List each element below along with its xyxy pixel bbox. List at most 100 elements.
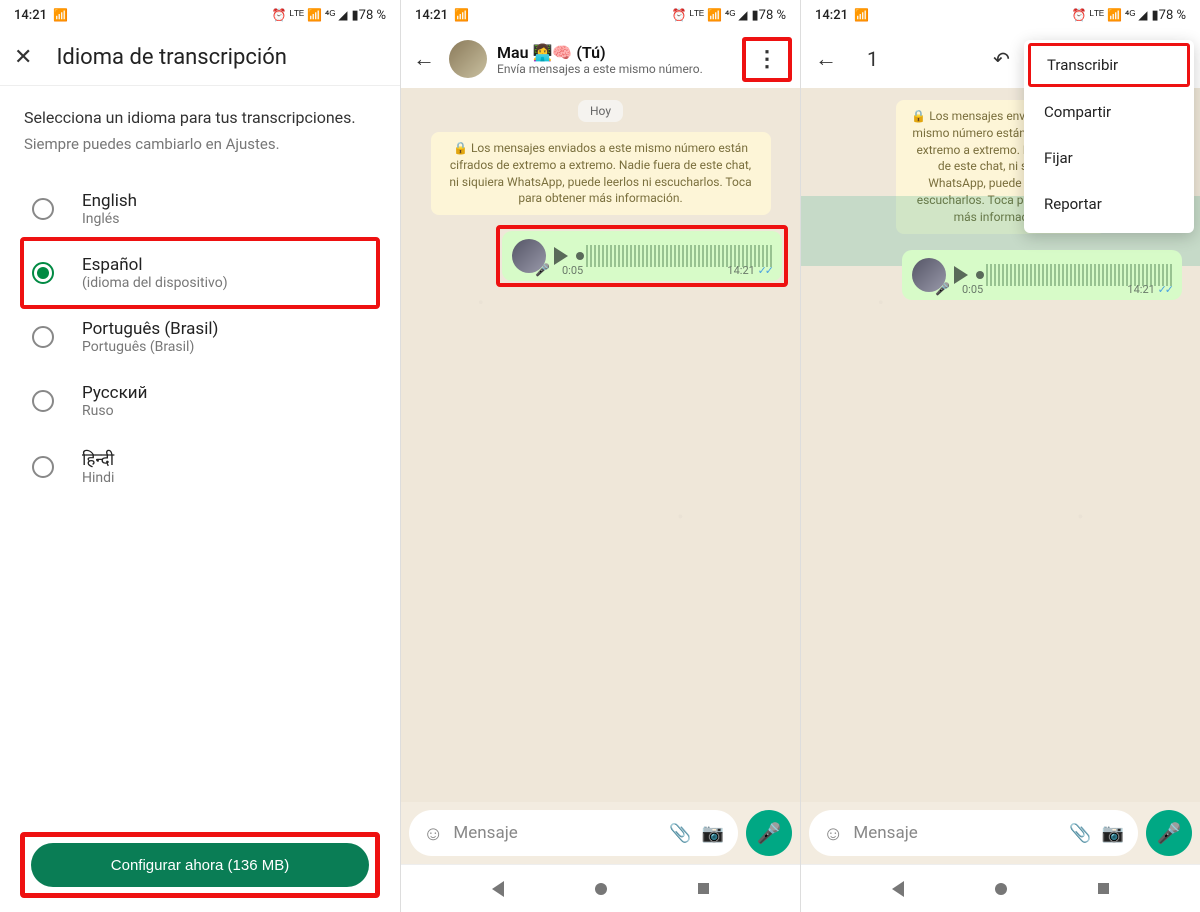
read-ticks-icon: ✓✓ xyxy=(1158,283,1172,296)
phone-1-language-selection: 14:21 📶 ⏰ ᴸᵀᴱ 📶 ⁴ᴳ ◢ ▮78 % ✕ Idioma de t… xyxy=(0,0,400,912)
status-sim-icon: 📶 xyxy=(53,8,68,22)
mic-button[interactable]: 🎤 xyxy=(746,810,792,856)
voice-meta: 0:05 14:21 ✓✓ xyxy=(962,283,1172,296)
context-menu: Transcribir Compartir Fijar Reportar xyxy=(1024,40,1194,233)
play-icon[interactable] xyxy=(954,266,968,284)
menu-item-transcribir[interactable]: Transcribir xyxy=(1028,43,1190,87)
voice-duration: 0:05 xyxy=(562,264,583,277)
message-placeholder: Mensaje xyxy=(853,823,1059,843)
back-arrow-icon[interactable]: ← xyxy=(811,42,841,76)
lang-name: हिन्दी xyxy=(82,447,114,470)
lang-name: Português (Brasil) xyxy=(82,319,218,339)
configure-now-button[interactable]: Configurar ahora (136 MB) xyxy=(31,843,369,887)
content: Selecciona un idioma para tus transcripc… xyxy=(0,86,400,832)
radio-icon xyxy=(32,326,54,348)
status-icons: ⏰ ᴸᵀᴱ 📶 ⁴ᴳ ◢ xyxy=(1072,8,1148,22)
attach-icon[interactable]: 📎 xyxy=(669,823,691,844)
lang-name: English xyxy=(82,191,137,211)
voice-meta: 0:05 14:21 ✓✓ xyxy=(562,264,772,277)
instruction-primary: Selecciona un idioma para tus transcripc… xyxy=(24,108,376,127)
lang-sub: Hindi xyxy=(82,470,114,486)
radio-icon xyxy=(32,198,54,220)
phone-3-selected-msg: 14:21 📶 ⏰ ᴸᵀᴱ 📶 ⁴ᴳ ◢ ▮78 % ← 1 ↶ ☆ ⓘ 🗑 ↪… xyxy=(800,0,1200,912)
lang-option-russian[interactable]: Русский Ruso xyxy=(24,369,376,433)
nav-back-icon[interactable] xyxy=(892,881,904,897)
voice-avatar xyxy=(912,258,946,292)
voice-time: 14:21 xyxy=(1127,283,1154,296)
status-battery: ▮78 % xyxy=(751,8,786,23)
nav-recent-icon[interactable] xyxy=(1098,883,1109,894)
close-icon[interactable]: ✕ xyxy=(14,45,32,70)
status-icons: ⏰ ᴸᵀᴱ 📶 ⁴ᴳ ◢ xyxy=(672,8,748,22)
lang-option-espanol[interactable]: Español (idioma del dispositivo) xyxy=(24,241,376,305)
nav-back-icon[interactable] xyxy=(492,881,504,897)
reply-icon[interactable]: ↶ xyxy=(993,47,1010,71)
lang-name: Español xyxy=(82,255,228,275)
status-icons: ⏰ ᴸᵀᴱ 📶 ⁴ᴳ ◢ xyxy=(272,8,348,22)
radio-icon-selected xyxy=(32,262,54,284)
progress-dot-icon xyxy=(976,271,984,279)
back-arrow-icon[interactable]: ← xyxy=(409,42,439,76)
lang-option-hindi[interactable]: हिन्दी Hindi xyxy=(24,433,376,500)
status-time: 14:21 xyxy=(14,8,47,23)
attach-icon[interactable]: 📎 xyxy=(1069,823,1091,844)
lang-sub: (idioma del dispositivo) xyxy=(82,275,228,291)
status-right: ⏰ ᴸᵀᴱ 📶 ⁴ᴳ ◢ ▮78 % xyxy=(272,8,386,23)
phone-2-chat: 14:21 📶 ⏰ ᴸᵀᴱ 📶 ⁴ᴳ ◢ ▮78 % ← Mau 👩‍💻🧠 (T… xyxy=(400,0,800,912)
voice-message-bubble[interactable]: 0:05 14:21 ✓✓ xyxy=(902,250,1182,300)
status-bar: 14:21 📶 ⏰ ᴸᵀᴱ 📶 ⁴ᴳ ◢ ▮78 % xyxy=(401,0,800,30)
camera-icon[interactable]: 📷 xyxy=(702,823,724,844)
voice-wrapper: 0:05 14:21 ✓✓ xyxy=(896,244,1188,306)
android-nav-bar xyxy=(401,864,800,912)
message-input[interactable]: ☺ Mensaje 📎 📷 xyxy=(409,810,738,856)
encryption-notice[interactable]: 🔒 Los mensajes enviados a este mismo núm… xyxy=(431,132,771,215)
avatar[interactable] xyxy=(449,40,487,78)
lang-sub: Português (Brasil) xyxy=(82,339,218,355)
input-row: ☺ Mensaje 📎 📷 🎤 xyxy=(801,802,1200,864)
radio-icon xyxy=(32,456,54,478)
emoji-icon[interactable]: ☺ xyxy=(823,821,843,846)
toolbar: ✕ Idioma de transcripción xyxy=(0,30,400,86)
play-icon[interactable] xyxy=(554,247,568,265)
chat-title-block[interactable]: Mau 👩‍💻🧠 (Tú) Envía mensajes a este mism… xyxy=(497,43,732,76)
status-battery: ▮78 % xyxy=(1151,8,1186,23)
chat-subtitle: Envía mensajes a este mismo número. xyxy=(497,62,732,76)
menu-item-reportar[interactable]: Reportar xyxy=(1024,181,1194,227)
selected-count: 1 xyxy=(867,47,878,71)
read-ticks-icon: ✓✓ xyxy=(758,264,772,277)
more-options-icon[interactable]: ⋮ xyxy=(742,37,792,82)
menu-item-fijar[interactable]: Fijar xyxy=(1024,135,1194,181)
nav-recent-icon[interactable] xyxy=(698,883,709,894)
mic-button[interactable]: 🎤 xyxy=(1146,810,1192,856)
date-pill: Hoy xyxy=(578,100,623,122)
status-time: 14:21 xyxy=(415,8,448,23)
status-bar: 14:21 📶 ⏰ ᴸᵀᴱ 📶 ⁴ᴳ ◢ ▮78 % xyxy=(801,0,1200,30)
progress-dot-icon xyxy=(576,252,584,260)
lang-option-english[interactable]: English Inglés xyxy=(24,177,376,241)
voice-message-bubble[interactable]: 0:05 14:21 ✓✓ xyxy=(502,231,782,281)
status-sim-icon: 📶 xyxy=(854,8,869,22)
chat-body: Hoy 🔒 Los mensajes enviados a este mismo… xyxy=(401,88,800,802)
status-time: 14:21 xyxy=(815,8,848,23)
lang-option-portugues[interactable]: Português (Brasil) Português (Brasil) xyxy=(24,305,376,369)
chat-name: Mau 👩‍💻🧠 (Tú) xyxy=(497,43,732,62)
status-bar: 14:21 📶 ⏰ ᴸᵀᴱ 📶 ⁴ᴳ ◢ ▮78 % xyxy=(0,0,400,30)
radio-icon xyxy=(32,390,54,412)
android-nav-bar xyxy=(801,864,1200,912)
voice-avatar xyxy=(512,239,546,273)
status-right: ⏰ ᴸᵀᴱ 📶 ⁴ᴳ ◢ ▮78 % xyxy=(1072,8,1186,23)
highlight-box-spanish: Español (idioma del dispositivo) xyxy=(20,237,380,309)
nav-home-icon[interactable] xyxy=(595,883,607,895)
chat-toolbar: ← Mau 👩‍💻🧠 (Tú) Envía mensajes a este mi… xyxy=(401,30,800,88)
page-title: Idioma de transcripción xyxy=(56,45,286,70)
voice-time: 14:21 xyxy=(727,264,754,277)
emoji-icon[interactable]: ☺ xyxy=(423,821,443,846)
status-sim-icon: 📶 xyxy=(454,8,469,22)
message-input[interactable]: ☺ Mensaje 📎 📷 xyxy=(809,810,1138,856)
message-placeholder: Mensaje xyxy=(453,823,659,843)
nav-home-icon[interactable] xyxy=(995,883,1007,895)
camera-icon[interactable]: 📷 xyxy=(1102,823,1124,844)
status-right: ⏰ ᴸᵀᴱ 📶 ⁴ᴳ ◢ ▮78 % xyxy=(672,8,786,23)
menu-item-compartir[interactable]: Compartir xyxy=(1024,89,1194,135)
status-battery: ▮78 % xyxy=(351,8,386,23)
